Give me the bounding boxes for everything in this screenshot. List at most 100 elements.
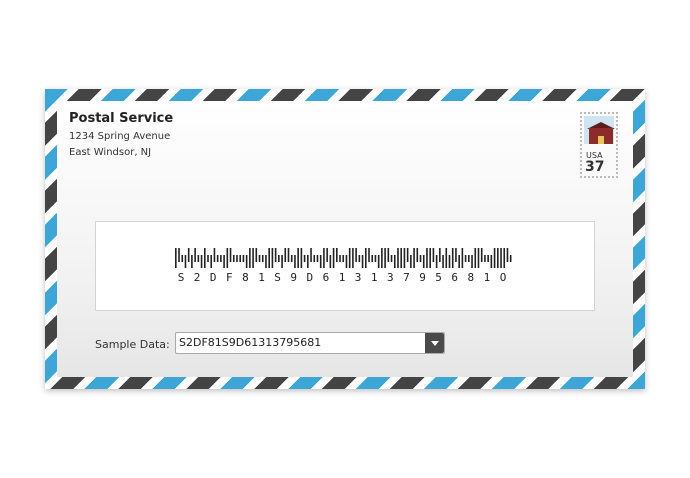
barcode-bar (490, 255, 493, 268)
barcode-character: S (178, 271, 185, 284)
barcode-bar (323, 248, 325, 268)
barcode-bar (487, 255, 489, 262)
barcode-bar (484, 255, 486, 262)
barcode-bar (387, 248, 390, 262)
barcode-bar (313, 255, 316, 262)
barcode-bar (445, 248, 448, 268)
barcode-bar (464, 255, 467, 262)
barcode-bar (336, 248, 338, 262)
barcode-bar (239, 255, 241, 262)
barcode-bar (497, 248, 499, 268)
barcode-bar (416, 248, 419, 262)
barcode-bar (355, 248, 357, 262)
barcode-bar (503, 248, 506, 268)
barcode-character: F (226, 271, 233, 284)
barcode-bar (474, 248, 477, 268)
barcode-bar (339, 255, 341, 262)
barcode-bar (300, 248, 303, 268)
barcode-bar (191, 255, 193, 268)
barcode-bar (442, 255, 444, 268)
barcode-bar (258, 255, 261, 262)
barcode-bar (226, 248, 229, 268)
barcode-character: 2 (194, 271, 201, 284)
barcode-bar (439, 248, 441, 262)
barcode-bar (194, 248, 196, 262)
barcode-bar (265, 255, 267, 268)
barcode-bar (493, 248, 496, 268)
barcode-bar (461, 248, 464, 268)
barcode-bar (364, 248, 367, 268)
chevron-down-icon (431, 341, 439, 346)
barcode-bar (368, 248, 370, 262)
barcode-bar (249, 248, 251, 268)
barcode-bar (419, 255, 422, 262)
barcode-bar (232, 255, 235, 262)
barcode-panel: S2DF81S9D61313795681O (95, 221, 595, 311)
barcode-bar (178, 248, 180, 262)
barcode-character: 1 (258, 271, 265, 284)
barcode-bar (284, 248, 287, 262)
barcode-bar (406, 248, 409, 262)
barcode-bar (242, 255, 245, 262)
barcode-bar (274, 248, 277, 262)
barcode-bar (381, 248, 383, 268)
barcode-character: 3 (355, 271, 362, 284)
barcode-bar (477, 248, 480, 268)
barcode-character: D (306, 271, 313, 284)
barcode-bar (393, 255, 396, 268)
barcode-bar (506, 248, 509, 262)
barcode-bar (426, 248, 428, 268)
barcode-character: 9 (290, 271, 297, 284)
barcode-bar (281, 255, 283, 268)
barcode-bar (468, 255, 470, 262)
barcode-bar (207, 255, 209, 262)
barcode-bar (213, 248, 216, 262)
barcode-character: 1 (371, 271, 378, 284)
barcode-bar (307, 255, 309, 268)
barcode-bar (432, 248, 435, 262)
barcode-bar (278, 255, 280, 262)
barcode-bar (287, 248, 290, 262)
dropdown-button[interactable] (425, 333, 444, 353)
barcode-character: 3 (387, 271, 394, 284)
barcode-bar (181, 255, 184, 262)
barcode-character: 1 (339, 271, 346, 284)
sample-data-combobox[interactable]: S2DF81S9D61313795681 (175, 332, 445, 354)
barcode-bar (297, 248, 299, 268)
barcode-bar (332, 248, 335, 268)
barcode-graphic: S2DF81S9D61313795681O (175, 248, 512, 284)
barcode-bar (358, 255, 361, 262)
sender-name: Postal Service (69, 111, 174, 126)
barcode-bar (429, 248, 431, 268)
barcode-character: 6 (323, 271, 330, 284)
envelope-body: Postal Service 1234 Spring Avenue East W… (57, 101, 633, 377)
sender-address-line1: 1234 Spring Avenue (69, 131, 171, 142)
barcode-bar (410, 255, 412, 268)
barcode-bar (397, 248, 399, 268)
barcode-character: 7 (403, 271, 410, 284)
barcode-bar (500, 248, 502, 268)
barcode-bar (390, 255, 393, 262)
barcode-character: 1 (484, 271, 491, 284)
barcode-bar (223, 255, 225, 268)
barcode-bar (458, 255, 460, 268)
barcode-character: D (210, 271, 217, 284)
barcode-character: O (500, 271, 507, 284)
barcode-bar (210, 255, 213, 268)
barcode-bar (377, 255, 380, 268)
barcode-bar (403, 248, 406, 268)
stamp-door-icon (598, 136, 604, 144)
barcode-bar (200, 255, 203, 268)
barcode-bar (352, 248, 354, 268)
barcode-character: 9 (419, 271, 426, 284)
barcode-bar (316, 255, 319, 262)
barcode-bar (422, 255, 425, 268)
barcode-bar (220, 255, 222, 262)
barcode-bar (184, 255, 187, 268)
stamp-value: 37 (585, 159, 605, 175)
barcode-bar (345, 255, 348, 268)
barcode-bar (271, 248, 274, 268)
barcode-bar (203, 248, 206, 268)
barcode-bar (471, 255, 473, 268)
barcode-bar (310, 248, 312, 262)
